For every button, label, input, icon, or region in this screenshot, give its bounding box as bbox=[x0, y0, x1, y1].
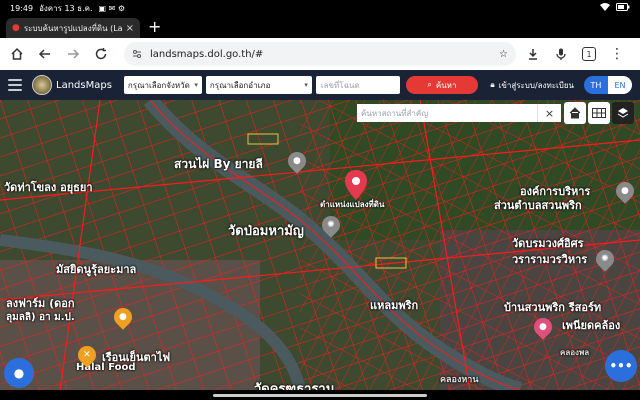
district-select-value: กรุณาเลือกอำเภอ bbox=[209, 80, 271, 90]
more-options-fab-button[interactable]: ••• bbox=[605, 350, 637, 382]
download-icon bbox=[529, 49, 537, 60]
home-indicator[interactable] bbox=[213, 394, 427, 397]
province-select[interactable]: กรุณาเลือกจังหวัด ▾ bbox=[123, 76, 202, 94]
voice-search-button[interactable] bbox=[550, 43, 572, 65]
search-button[interactable]: ⌕ ค้นหา bbox=[405, 76, 478, 94]
chevron-down-icon: ▾ bbox=[194, 81, 198, 89]
star-icon[interactable]: ☆ bbox=[499, 49, 508, 60]
map-label: วัดป่อมหามัญ bbox=[228, 224, 304, 239]
lang-en-button[interactable]: EN bbox=[608, 76, 632, 94]
language-toggle: TH EN bbox=[584, 76, 632, 94]
forward-button[interactable] bbox=[62, 43, 84, 65]
battery-icon bbox=[616, 3, 630, 13]
tab-title: ระบบค้นหารูปแปลงที่ดิน (Land bbox=[23, 23, 122, 33]
map-label: ลุมลลิ) อา ม.ป. bbox=[6, 312, 75, 323]
home-icon bbox=[11, 47, 23, 60]
login-link[interactable]: 🔒︎ เข้าสู่ระบบ/ลงทะเบียน bbox=[490, 79, 574, 92]
brand-title: LandsMaps bbox=[56, 79, 112, 91]
browser-tab-bar: ● ระบบค้นหารูปแปลงที่ดิน (Land × + bbox=[0, 16, 640, 38]
home-icon bbox=[569, 107, 581, 119]
browser-toolbar: landsmaps.dol.go.th/# ☆ 1 ⋮ bbox=[0, 38, 640, 70]
arrow-right-icon bbox=[68, 49, 80, 59]
menu-icon[interactable] bbox=[8, 79, 22, 91]
more-menu-button[interactable]: ⋮ bbox=[606, 43, 628, 65]
app-header: LandsMaps กรุณาเลือกจังหวัด ▾ กรุณาเลือก… bbox=[0, 70, 640, 100]
site-info-icon bbox=[133, 50, 141, 58]
tab-count: 1 bbox=[582, 47, 596, 61]
layers-icon bbox=[617, 108, 629, 118]
measure-button[interactable] bbox=[588, 102, 610, 124]
lang-th-button[interactable]: TH bbox=[584, 76, 608, 94]
map-label: มัสยิดนูรุ้ลยะมาล bbox=[56, 263, 137, 276]
tab-switcher-button[interactable]: 1 bbox=[578, 43, 600, 65]
deed-number-input[interactable]: เลขที่โฉนด bbox=[315, 76, 400, 94]
tab-close-button[interactable]: × bbox=[126, 23, 134, 34]
address-url: landsmaps.dol.go.th/# bbox=[150, 48, 264, 60]
pin-label: ตำแหน่งแปลงที่ดิน bbox=[320, 200, 385, 209]
new-tab-button[interactable]: + bbox=[148, 17, 161, 36]
arrow-left-icon bbox=[38, 49, 50, 59]
map-toolbar bbox=[564, 102, 634, 124]
map-label: วัดท่าโขลง อยุธยา bbox=[4, 181, 93, 194]
address-bar[interactable]: landsmaps.dol.go.th/# ☆ bbox=[124, 42, 516, 66]
reload-icon bbox=[95, 48, 107, 60]
province-select-value: กรุณาเลือกจังหวัด bbox=[127, 80, 190, 90]
map-pin-icon: ● bbox=[12, 23, 20, 33]
reload-button[interactable] bbox=[90, 43, 112, 65]
place-search-input[interactable]: ค้นหาสถานที่สำคัญ bbox=[357, 107, 537, 120]
grid-icon bbox=[592, 108, 606, 118]
status-bar: 19:49 อังคาร 13 ธ.ค. ▣ ✉ ⚙ bbox=[0, 0, 640, 16]
map-label: ส่วนตำบลสวนพริก bbox=[494, 199, 582, 212]
more-vertical-icon: ⋮ bbox=[610, 46, 624, 62]
map-canvas[interactable]: สวนไผ่ By ยายลี วัดท่าโขลง อยุธยา องค์กา… bbox=[0, 100, 640, 390]
search-button-label: ค้นหา bbox=[435, 80, 457, 90]
clear-search-button[interactable]: × bbox=[537, 104, 561, 122]
download-button[interactable] bbox=[522, 43, 544, 65]
map-label: เพนียดคล้อง bbox=[562, 319, 621, 332]
layers-button[interactable] bbox=[612, 102, 634, 124]
status-date: อังคาร 13 ธ.ค. bbox=[39, 3, 93, 13]
map-label: วัดครุฑธาราม bbox=[254, 382, 335, 390]
more-horizontal-icon: ••• bbox=[609, 359, 633, 373]
browser-tab[interactable]: ● ระบบค้นหารูปแปลงที่ดิน (Land × bbox=[6, 18, 140, 38]
district-select[interactable]: กรุณาเลือกอำเภอ ▾ bbox=[205, 76, 312, 94]
map-label: วรารามวรวิหาร bbox=[512, 253, 588, 266]
map-label: บ้านสวนพริก รีสอร์ท bbox=[504, 301, 602, 314]
home-view-button[interactable] bbox=[564, 102, 586, 124]
status-time: 19:49 bbox=[10, 3, 34, 13]
search-icon: ⌕ bbox=[427, 80, 432, 89]
wifi-icon bbox=[600, 3, 610, 13]
road-label: คลองพล bbox=[560, 348, 590, 357]
back-button[interactable] bbox=[34, 43, 56, 65]
system-home-bar bbox=[0, 390, 640, 400]
dol-logo bbox=[32, 75, 52, 95]
road-label: คลองหาน bbox=[440, 375, 479, 385]
chevron-down-icon: ▾ bbox=[304, 81, 308, 89]
tools-fab-button[interactable]: ● bbox=[4, 358, 34, 388]
status-indicators: ▣ ✉ ⚙ bbox=[98, 3, 126, 13]
microphone-icon bbox=[556, 48, 566, 60]
pin-tool-icon: ● bbox=[13, 366, 25, 380]
login-label: เข้าสู่ระบบ/ลงทะเบียน bbox=[498, 80, 574, 90]
lock-icon: 🔒︎ bbox=[490, 80, 495, 89]
home-button[interactable] bbox=[6, 43, 28, 65]
map-label: สวนไผ่ By ยายลี bbox=[174, 157, 263, 171]
map-label: แหลมพริก bbox=[370, 299, 419, 312]
place-search-box[interactable]: ค้นหาสถานที่สำคัญ × bbox=[357, 104, 561, 122]
